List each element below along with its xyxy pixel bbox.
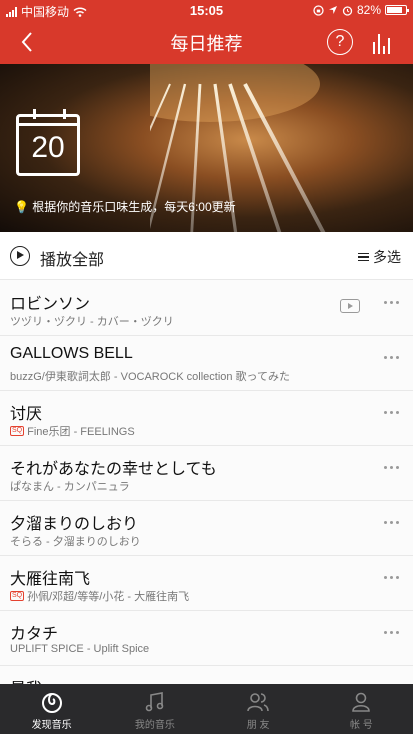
more-icon[interactable] — [384, 576, 399, 579]
rotation-lock-icon — [313, 4, 324, 16]
alarm-icon — [342, 5, 353, 16]
nav-bar: 每日推荐 ? — [0, 20, 413, 64]
daily-banner: 20 💡 根据你的音乐口味生成，每天6:00更新 — [0, 64, 413, 232]
play-all-button[interactable]: 播放全部 — [40, 246, 104, 270]
now-playing-icon[interactable] — [373, 30, 397, 54]
mv-icon[interactable] — [340, 299, 360, 313]
netease-logo-icon — [41, 693, 62, 713]
song-title: それがあなたの幸せとしても — [10, 461, 217, 478]
song-row[interactable]: 大雁往南飞 SQ 孙佩/邓超/等等/小花 - 大雁往南飞 — [0, 556, 413, 611]
status-bar: 中国移动 15:05 82% — [0, 0, 413, 20]
song-title: GALLOWS BELL — [10, 345, 133, 362]
top-bar: 中国移动 15:05 82% 每日推荐 ? — [0, 0, 413, 64]
more-icon[interactable] — [384, 356, 399, 359]
song-subtitle: ぱなまん - カンパニュラ — [10, 481, 130, 493]
song-title: 大雁往南飞 — [10, 571, 91, 588]
song-subtitle: SQ Fine乐团 - FEELINGS — [10, 426, 135, 438]
song-subtitle: ツヅリ・ヅクリ - カバー・ヅクリ — [10, 316, 174, 328]
more-icon[interactable] — [384, 521, 399, 524]
play-circle-icon[interactable] — [10, 246, 30, 266]
tab-friends[interactable]: 朋 友 — [207, 684, 310, 734]
song-row[interactable]: 讨厌 SQ Fine乐团 - FEELINGS — [0, 391, 413, 446]
battery-icon — [385, 5, 409, 15]
battery-percent: 82% — [356, 3, 381, 17]
multi-select-button[interactable]: 多选 — [358, 247, 401, 267]
song-list: ロビンソン ツヅリ・ヅクリ - カバー・ヅクリ GALLOWS BELL buz… — [0, 281, 413, 721]
tab-discover[interactable]: 发现音乐 — [0, 684, 103, 734]
song-row[interactable]: それがあなたの幸せとしても ぱなまん - カンパニュラ — [0, 446, 413, 501]
more-icon[interactable] — [384, 411, 399, 414]
song-title: 讨厌 — [10, 406, 43, 423]
music-note-icon — [145, 692, 164, 712]
song-row[interactable]: ロビンソン ツヅリ・ヅクリ - カバー・ヅクリ — [0, 281, 413, 336]
song-subtitle: buzzG/伊東歌詞太郎 - VOCAROCK collection 歌ってみた — [10, 371, 290, 383]
play-all-bar: 播放全部 多选 — [0, 232, 413, 280]
song-subtitle: そらる - 夕溜まりのしおり — [10, 536, 141, 548]
friends-icon — [247, 693, 269, 712]
tab-account[interactable]: 帐 号 — [310, 684, 413, 734]
song-row[interactable]: GALLOWS BELL buzzG/伊東歌詞太郎 - VOCAROCK col… — [0, 336, 413, 391]
more-icon[interactable] — [384, 301, 399, 304]
song-subtitle: UPLIFT SPICE - Uplift Spice — [10, 643, 150, 655]
more-icon[interactable] — [384, 631, 399, 634]
bottom-tab-bar: 发现音乐 我的音乐 朋 友 帐 号 — [0, 684, 413, 734]
calendar-icon: 20 — [16, 109, 80, 176]
song-row[interactable]: 夕溜まりのしおり そらる - 夕溜まりのしおり — [0, 501, 413, 556]
banner-hint: 💡 根据你的音乐口味生成，每天6:00更新 — [14, 200, 236, 214]
lightbulb-icon: 💡 — [14, 200, 29, 214]
account-icon — [352, 692, 371, 712]
sq-badge: SQ — [10, 591, 25, 601]
tab-my-music[interactable]: 我的音乐 — [103, 684, 206, 734]
song-title: ロビンソン — [10, 296, 91, 313]
sq-badge: SQ — [10, 426, 25, 436]
list-icon — [358, 252, 369, 262]
more-icon[interactable] — [384, 466, 399, 469]
help-icon[interactable]: ? — [327, 29, 353, 55]
song-row[interactable]: カタチ UPLIFT SPICE - Uplift Spice — [0, 611, 413, 666]
song-subtitle: SQ 孙佩/邓超/等等/小花 - 大雁往南飞 — [10, 591, 190, 603]
song-title: 夕溜まりのしおり — [10, 516, 139, 533]
calendar-day: 20 — [31, 131, 65, 164]
location-icon — [328, 6, 337, 14]
song-title: カタチ — [10, 626, 59, 643]
